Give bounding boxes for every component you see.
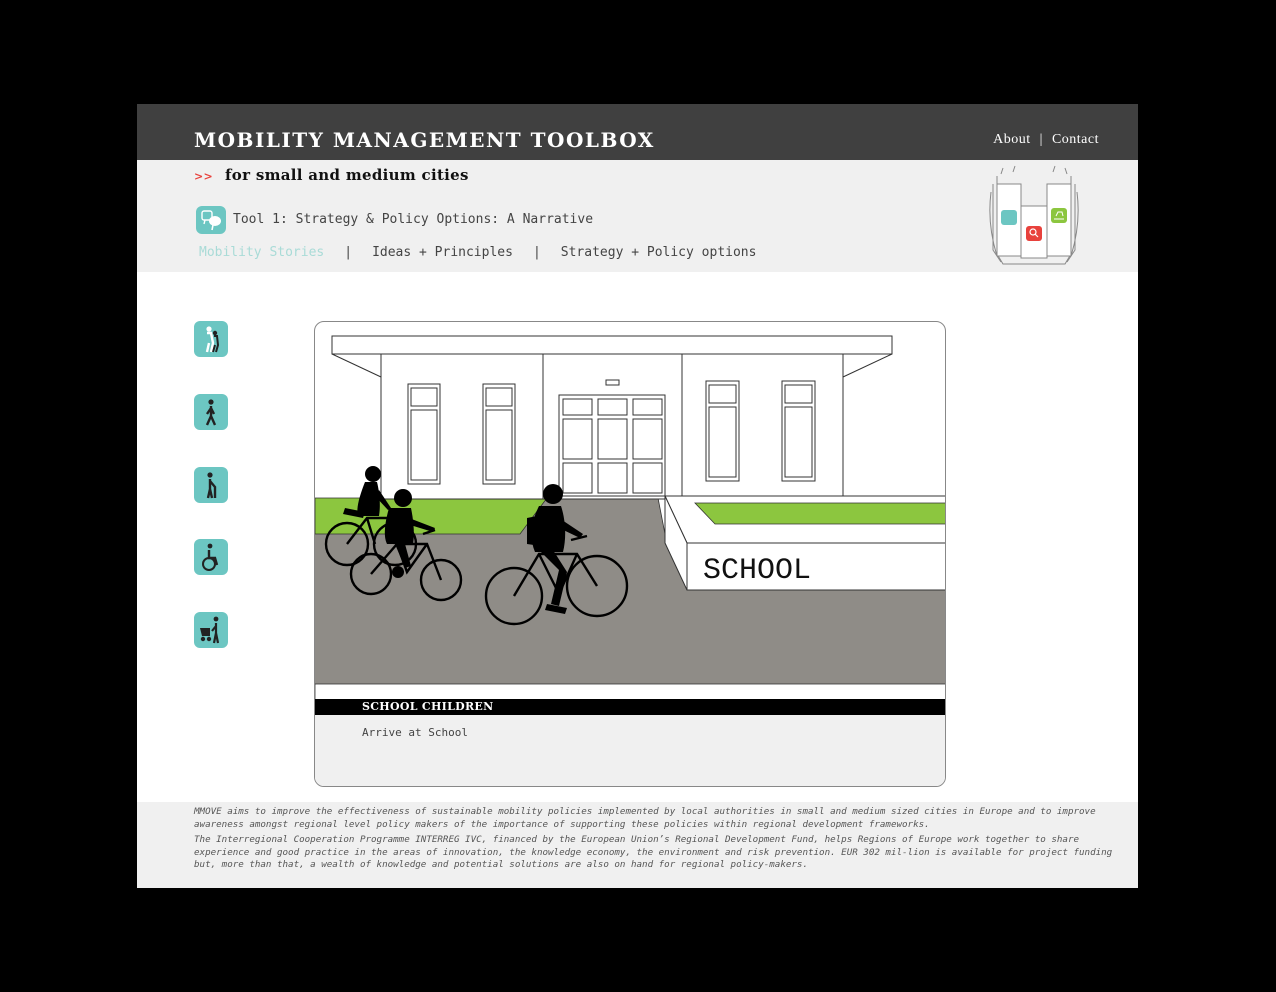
nav-strategy-policy[interactable]: Strategy + Policy options <box>561 245 757 260</box>
page: MOBILITY MANAGEMENT TOOLBOX About | Contac… <box>137 104 1138 888</box>
top-links: About | Contact <box>993 132 1099 148</box>
nav-mobility-stories[interactable]: Mobility Stories <box>199 245 324 260</box>
footer-paragraph-mmove: MMOVE aims to improve the effectiveness … <box>194 806 1096 830</box>
school-scene-illustration: SCHOOL <box>315 335 945 702</box>
wheelchair-icon[interactable] <box>194 539 228 575</box>
footer-paragraph-interreg: The Interregional Cooperation Programme … <box>194 834 1113 870</box>
tool-speech-bubble-icon <box>196 206 226 234</box>
link-separator: | <box>1039 132 1043 147</box>
walking-group-icon[interactable] <box>194 321 228 357</box>
school-sign: SCHOOL <box>703 554 811 588</box>
contact-link[interactable]: Contact <box>1052 132 1099 147</box>
tool-label: Tool 1: Strategy & Policy Options: A Nar… <box>233 212 594 227</box>
pedestrian-icon[interactable] <box>194 394 228 430</box>
nav-ideas-principles[interactable]: Ideas + Principles <box>372 245 513 260</box>
top-bar: MOBILITY MANAGEMENT TOOLBOX About | Contac… <box>137 104 1138 160</box>
caption-bar: SCHOOL CHILDREN <box>315 699 945 715</box>
site-title: MOBILITY MANAGEMENT TOOLBOX <box>194 128 655 152</box>
nav-separator: | <box>344 245 353 260</box>
story-frame: SCHOOL SCHOOL CHILDREN Arrive at School <box>314 321 946 787</box>
elderly-cane-icon[interactable] <box>194 467 228 503</box>
sub-navigation: Mobility Stories | Ideas + Principles | Stra… <box>199 245 756 260</box>
tagline-text: for small and medium cities <box>225 166 469 184</box>
caption-title: SCHOOL CHILDREN <box>362 700 494 713</box>
caption-area: Arrive at School <box>315 715 945 786</box>
tagline-arrow: >> <box>194 170 214 183</box>
toolbox-logo-icon[interactable] <box>983 164 1085 268</box>
subheader: >> for small and medium cities Tool 1: St… <box>137 160 1138 272</box>
about-link[interactable]: About <box>993 132 1031 147</box>
nav-separator: | <box>532 245 541 260</box>
tagline: >> for small and medium cities <box>194 166 469 184</box>
caption-text: Arrive at School <box>362 726 468 739</box>
footer: MMOVE aims to improve the effectiveness … <box>137 802 1138 888</box>
stroller-icon[interactable] <box>194 612 228 648</box>
